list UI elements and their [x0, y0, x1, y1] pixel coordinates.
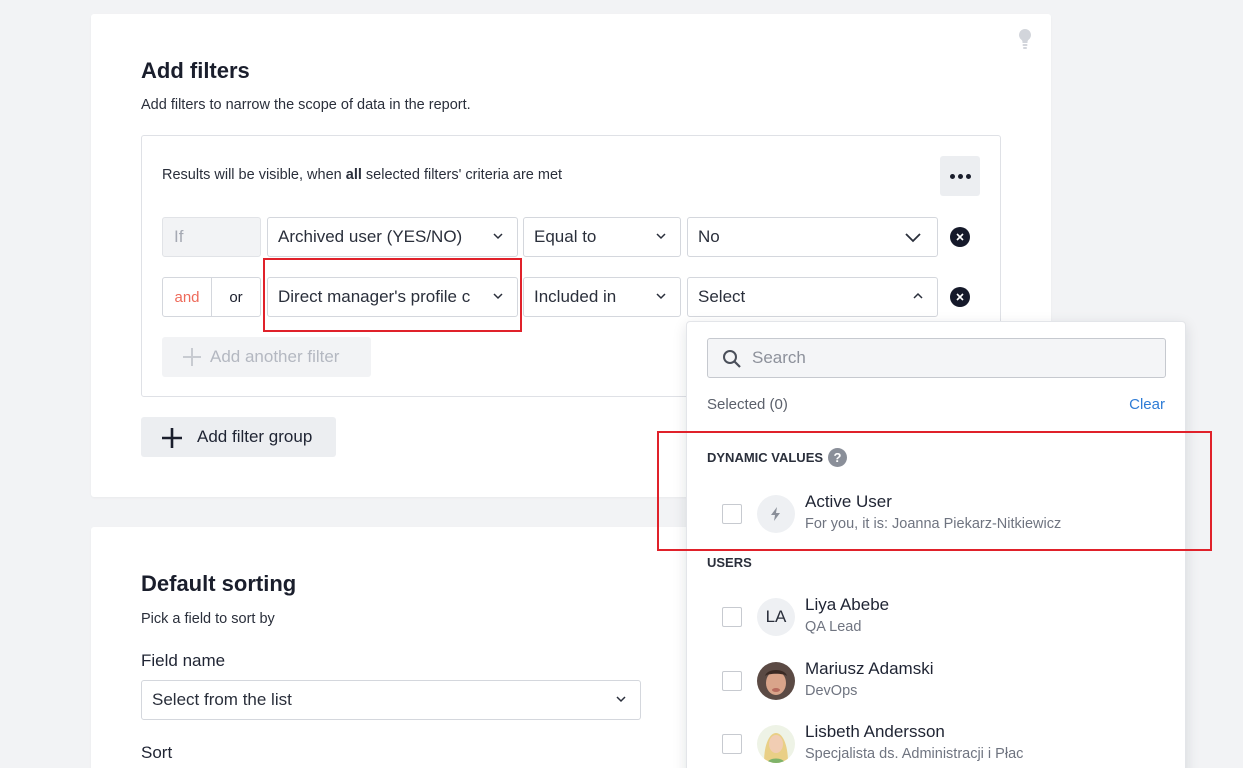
user-role: DevOps: [805, 683, 858, 699]
and-or-toggle: and or: [162, 277, 261, 317]
checkbox[interactable]: [722, 671, 742, 691]
search-placeholder: Search: [752, 348, 806, 367]
filter-value-value: No: [698, 227, 720, 246]
sorting-title: Default sorting: [141, 571, 297, 596]
filter-field-value: Archived user (YES/NO): [278, 227, 463, 246]
checkbox[interactable]: [722, 734, 742, 754]
remove-filter-button[interactable]: [950, 227, 970, 247]
sorting-subtitle: Pick a field to sort by: [141, 611, 275, 627]
chevron-down-icon: [656, 233, 666, 240]
add-filter-group-button[interactable]: Add filter group: [141, 417, 336, 457]
add-another-filter-button[interactable]: Add another filter: [162, 337, 371, 377]
user-role: QA Lead: [805, 619, 862, 635]
sort-label: Sort: [141, 743, 173, 762]
filter-operator-select[interactable]: Included in: [523, 277, 681, 317]
filters-title: Add filters: [141, 58, 250, 83]
group-more-button[interactable]: [940, 156, 980, 196]
close-icon: [956, 293, 964, 301]
chevron-down-icon: [493, 233, 503, 240]
filter-value-select[interactable]: Select: [687, 277, 938, 317]
group-condition-text: Results will be visible, when all select…: [162, 167, 563, 183]
filter-operator-value: Equal to: [534, 227, 597, 246]
lightbulb-icon[interactable]: [1017, 28, 1033, 50]
user-role: Specjalista ds. Administracji i Płac: [805, 746, 1024, 762]
list-item[interactable]: Lisbeth Andersson Specjalista ds. Admini…: [707, 722, 1167, 768]
chevron-down-icon: [656, 293, 666, 300]
checkbox[interactable]: [722, 607, 742, 627]
filter-operator-value: Included in: [534, 287, 617, 306]
search-input[interactable]: Search: [707, 338, 1166, 378]
chevron-down-icon: [616, 696, 626, 703]
filter-field-select[interactable]: Archived user (YES/NO): [267, 217, 518, 257]
and-toggle[interactable]: and: [163, 278, 212, 316]
user-name: Liya Abebe: [805, 595, 890, 614]
highlight-box: [263, 258, 522, 332]
chevron-up-icon: [913, 292, 923, 299]
dot: [949, 173, 955, 179]
users-heading: USERS: [707, 555, 752, 570]
add-filter-label: Add another filter: [210, 347, 340, 366]
add-group-label: Add filter group: [197, 427, 313, 446]
sort-field-select[interactable]: Select from the list: [141, 680, 641, 720]
selected-count: Selected (0): [707, 396, 788, 413]
field-name-label: Field name: [141, 651, 226, 670]
plus-icon: [162, 428, 182, 448]
search-icon: [723, 350, 741, 368]
list-item[interactable]: Mariusz Adamski DevOps: [707, 659, 1167, 709]
dot: [965, 173, 971, 179]
plus-icon: [183, 348, 201, 366]
chevron-down-icon: [905, 233, 921, 243]
remove-filter-button[interactable]: [950, 287, 970, 307]
list-item[interactable]: LA Liya Abebe QA Lead: [707, 595, 1167, 645]
avatar: [757, 662, 795, 700]
filter-value-value: Select: [698, 287, 746, 306]
dot: [957, 173, 963, 179]
highlight-box: [657, 431, 1212, 551]
sort-field-placeholder: Select from the list: [152, 690, 292, 709]
or-toggle[interactable]: or: [212, 278, 260, 316]
filters-subtitle: Add filters to narrow the scope of data …: [141, 97, 471, 113]
close-icon: [956, 233, 964, 241]
filter-value-select[interactable]: No: [687, 217, 938, 257]
clear-link[interactable]: Clear: [1129, 396, 1165, 413]
avatar: [757, 725, 795, 763]
user-name: Lisbeth Andersson: [805, 722, 945, 741]
if-connector: If: [162, 217, 261, 257]
filter-operator-select[interactable]: Equal to: [523, 217, 681, 257]
avatar: LA: [757, 598, 795, 636]
user-name: Mariusz Adamski: [805, 659, 934, 678]
